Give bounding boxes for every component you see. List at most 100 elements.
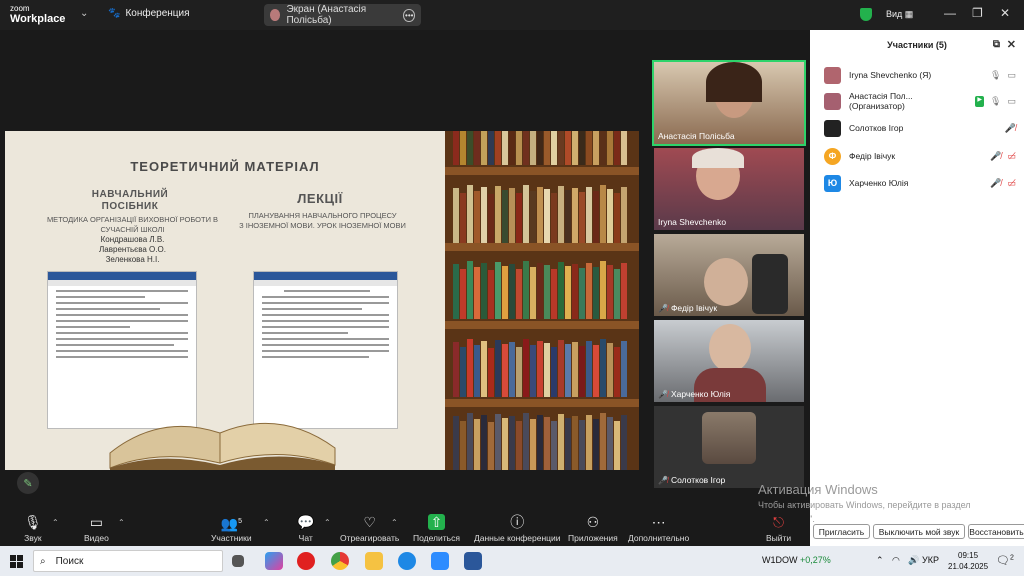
participant-row[interactable]: Ю Харченко Юлія 🎤̸ ▭̸ [824, 171, 1016, 195]
shield-icon[interactable] [860, 8, 872, 21]
shared-slide: ТЕОРЕТИЧНИЙ МАТЕРІАЛ НАВЧАЛЬНИЙ ПОСІБНИК… [5, 131, 639, 470]
left-text: МЕТОДИКА ОРГАНІЗАЦІЇ ВИХОВНОЇ РОБОТИ В С… [46, 215, 219, 264]
restore-button[interactable]: Восстановить [968, 524, 1024, 539]
video-button[interactable]: ▭ Видео [84, 514, 109, 543]
search-icon: ⌕ [40, 555, 46, 567]
avatar [824, 66, 841, 84]
task-view-icon[interactable] [232, 555, 244, 567]
meeting-info-button[interactable]: ⓘ Данные конференции [474, 514, 561, 543]
tile-name: Iryna Shevchenko [658, 217, 727, 227]
more-button[interactable]: ⋯ Дополнительно [628, 514, 689, 543]
chevron-up-icon[interactable]: ⌃ [391, 518, 398, 527]
mute-me-button[interactable]: Выключить мой звук [873, 524, 965, 539]
video-icon[interactable]: ▭ [1007, 96, 1016, 107]
maximize-icon[interactable]: ❐ [972, 6, 983, 20]
volume-icon[interactable]: 🔊 [908, 555, 919, 566]
panel-header: Участники (5) ⧉ ✕ [810, 30, 1024, 60]
title-bar: zoom Workplace ⌄ 🐾 Конференция Экран (Ан… [0, 0, 1024, 30]
language-indicator[interactable]: УКР [922, 555, 939, 565]
chrome-icon[interactable] [331, 552, 349, 570]
mic-off-icon[interactable]: 🎤̸ [990, 178, 1001, 189]
mic-off-icon: 🎤̸ [658, 303, 668, 313]
word-icon[interactable] [464, 552, 482, 570]
chevron-up-icon[interactable]: ⌃ [876, 555, 884, 566]
edge-icon[interactable] [398, 552, 416, 570]
video-off-icon[interactable]: ▭̸ [1007, 151, 1016, 162]
leave-icon: ⎋ [773, 514, 785, 530]
avatar [824, 119, 841, 137]
slide-left-panel: ТЕОРЕТИЧНИЙ МАТЕРІАЛ НАВЧАЛЬНИЙ ПОСІБНИК… [5, 131, 445, 470]
avatar [270, 9, 281, 21]
leave-button[interactable]: ⎋ Выйти [766, 514, 791, 543]
open-book-image [109, 422, 336, 470]
chevron-down-icon[interactable]: ⌄ [80, 8, 88, 19]
video-off-icon[interactable]: ▭̸ [1007, 178, 1016, 189]
video-rail: Анастасія Полісьба Iryna Shevchenko 🎤̸ Фе… [652, 60, 806, 488]
chevron-up-icon[interactable]: ⌃ [324, 518, 331, 527]
opera-icon[interactable] [297, 552, 315, 570]
windows-start-icon[interactable] [10, 555, 23, 568]
participant-row[interactable]: Солотков Ігор 🎤̸ [824, 116, 1016, 140]
participants-button[interactable]: 👥5 Участники [211, 514, 252, 543]
chevron-up-icon[interactable]: ⌃ [263, 518, 270, 527]
mic-off-icon[interactable]: 🎤̸ [990, 151, 1001, 162]
mic-off-icon[interactable]: 🎤̸ [1005, 123, 1016, 134]
video-tile[interactable]: 🎤̸ Солотков Ігор [654, 406, 804, 488]
avatar [824, 92, 841, 110]
mic-off-icon: 🎤̸ [658, 475, 668, 485]
video-tile[interactable]: 🎤̸ Харченко Юлія [654, 320, 804, 402]
video-tile[interactable]: Анастасія Полісьба [652, 60, 806, 146]
meeting-label: Конференция [125, 8, 190, 19]
video-tile[interactable]: Iryna Shevchenko [654, 148, 804, 230]
apps-button[interactable]: ⚇ Приложения [568, 514, 618, 543]
participant-row[interactable]: Анастасія Пол... (Организатор) ▶ 🎙 ▭ [824, 89, 1016, 113]
apps-icon: ⚇ [586, 514, 600, 530]
share-badge-icon: ▶ [975, 95, 985, 107]
file-explorer-icon[interactable] [365, 552, 383, 570]
chat-button[interactable]: 💬 Чат [297, 514, 314, 543]
video-tile[interactable]: 🎤̸ Федір Івічук [654, 234, 804, 316]
people-icon: 👥5 [220, 515, 242, 532]
person-silhouette [704, 258, 748, 306]
mic-icon[interactable]: 🎙 [990, 70, 1001, 81]
share-button[interactable]: ⇧ Поделиться [413, 514, 460, 543]
chat-icon: 💬 [297, 514, 315, 530]
wifi-icon[interactable]: ◠ [892, 555, 900, 566]
copilot-icon[interactable] [265, 552, 283, 570]
stock-widget[interactable]: W1DOW +0,27% [762, 555, 831, 565]
tile-name: Анастасія Полісьба [658, 131, 735, 141]
notification-icon[interactable]: 🗨2 [996, 554, 1014, 567]
hair [706, 62, 762, 102]
meeting-menu[interactable]: 🐾 Конференция [108, 8, 190, 19]
close-icon[interactable]: ✕ [1000, 6, 1010, 20]
more-icon: ⋯ [651, 514, 666, 530]
tile-name: 🎤̸ Федір Івічук [658, 303, 718, 313]
mic-icon[interactable]: 🎙 [990, 96, 1001, 107]
invite-button[interactable]: Пригласить [813, 524, 870, 539]
close-icon[interactable]: ✕ [1007, 38, 1016, 51]
participant-row[interactable]: Iryna Shevchenko (Я) 🎙 ▭ [824, 63, 1016, 87]
video-icon[interactable]: ▭ [1007, 70, 1016, 81]
hair [692, 148, 744, 168]
right-heading: ЛЕКЦІЇ [297, 191, 343, 206]
left-heading: НАВЧАЛЬНИЙ ПОСІБНИК [91, 189, 169, 212]
screen-share-pill[interactable]: Экран (Анастасія Полісьба) ••• [264, 4, 421, 26]
view-menu[interactable]: Вид ▦ [886, 9, 913, 20]
panel-title: Участники (5) [887, 40, 947, 50]
mic-off-icon: 🎤̸ [658, 389, 668, 399]
avatar [702, 412, 756, 464]
more-icon[interactable]: ••• [403, 8, 415, 22]
minimize-icon[interactable]: — [944, 6, 956, 20]
mic-icon: 🎙 [24, 514, 42, 530]
annotate-icon[interactable]: ✎ [17, 472, 39, 494]
audio-button[interactable]: 🎙 Звук [24, 514, 42, 543]
participant-row[interactable]: Ф Федір Івічук 🎤̸ ▭̸ [824, 144, 1016, 168]
clock[interactable]: 09:15 21.04.2025 [948, 550, 988, 572]
person-silhouette [709, 324, 751, 372]
taskbar-search[interactable]: ⌕ Поиск [33, 550, 223, 572]
zoom-app-icon[interactable] [431, 552, 449, 570]
chevron-up-icon[interactable]: ⌃ [118, 518, 125, 527]
popout-icon[interactable]: ⧉ [993, 39, 1000, 50]
chevron-up-icon[interactable]: ⌃ [52, 518, 59, 527]
share-screen-icon: ⇧ [427, 514, 446, 530]
